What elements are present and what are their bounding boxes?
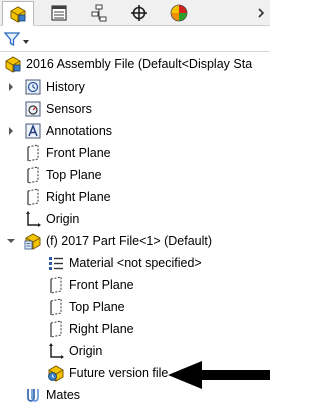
tree-item-origin[interactable]: Origin	[24, 209, 79, 229]
funnel-filter-icon	[4, 32, 20, 47]
tree-item-history[interactable]: History	[24, 77, 85, 97]
plane-icon	[50, 320, 62, 338]
history-label: History	[46, 80, 85, 94]
tree-item-mates[interactable]: Mates	[24, 385, 80, 405]
root-assembly-label: 2016 Assembly File (Default<Display Sta	[26, 57, 253, 71]
chevron-right-icon	[9, 127, 13, 135]
chevron-down-icon	[23, 40, 29, 44]
right-plane-label: Right Plane	[46, 190, 111, 204]
annotations-expander[interactable]	[6, 121, 16, 141]
part-icon	[24, 233, 41, 250]
tree-item-material[interactable]: Material <not specified>	[47, 253, 202, 273]
plane-icon	[50, 276, 62, 294]
tree-item-part-right-plane[interactable]: Right Plane	[47, 319, 134, 339]
dimxpert-tab[interactable]	[123, 2, 155, 24]
tree-item-part-file[interactable]: (f) 2017 Part File<1> (Default)	[24, 231, 212, 251]
origin-label: Origin	[46, 212, 80, 226]
more-tabs-button[interactable]	[252, 0, 270, 25]
part-front-plane-label: Front Plane	[69, 278, 134, 292]
future-version-file-label: Future version file	[69, 366, 169, 380]
future-version-feature-icon	[48, 365, 64, 382]
material-label: Material <not specified>	[69, 256, 202, 270]
assembly-tree-icon	[10, 5, 26, 23]
tree-item-future-version-file[interactable]: Future version file	[47, 363, 168, 383]
tree-item-top-plane[interactable]: Top Plane	[24, 165, 102, 185]
filter-button[interactable]	[4, 30, 32, 48]
tree-item-root-assembly[interactable]: 2016 Assembly File (Default<Display Sta	[4, 54, 252, 74]
featuremanager-tab[interactable]	[2, 1, 34, 26]
sensor-icon	[25, 101, 41, 117]
part-file-label: (f) 2017 Part File<1> (Default)	[46, 234, 213, 248]
part-expander[interactable]	[6, 231, 16, 251]
manager-tab-bar	[0, 0, 270, 26]
tree-item-part-top-plane[interactable]: Top Plane	[47, 297, 125, 317]
tree-item-part-origin[interactable]: Origin	[47, 341, 102, 361]
chevron-right-icon	[258, 7, 265, 18]
chevron-right-icon	[9, 83, 13, 91]
part-origin-label: Origin	[69, 344, 103, 358]
tree-item-part-front-plane[interactable]: Front Plane	[47, 275, 134, 295]
origin-icon	[49, 343, 64, 359]
property-list-icon	[51, 5, 67, 21]
propertymanager-tab[interactable]	[43, 2, 75, 24]
part-top-plane-label: Top Plane	[69, 300, 125, 314]
configurationmanager-tab[interactable]	[83, 2, 115, 24]
configuration-icon	[91, 4, 107, 22]
chevron-down-icon	[7, 239, 15, 243]
color-sphere-icon	[170, 4, 188, 22]
plane-icon	[27, 166, 39, 184]
tree-item-right-plane[interactable]: Right Plane	[24, 187, 111, 207]
top-plane-label: Top Plane	[46, 168, 102, 182]
tree-item-front-plane[interactable]: Front Plane	[24, 143, 111, 163]
crosshair-target-icon	[131, 5, 147, 21]
front-plane-label: Front Plane	[46, 146, 111, 160]
plane-icon	[27, 188, 39, 206]
part-right-plane-label: Right Plane	[69, 322, 134, 336]
history-expander[interactable]	[6, 77, 16, 97]
annotation-icon	[25, 123, 41, 139]
plane-icon	[50, 298, 62, 316]
callout-arrow	[168, 361, 270, 389]
tree-item-sensors[interactable]: Sensors	[24, 99, 92, 119]
annotations-label: Annotations	[46, 124, 113, 138]
mates-icon	[27, 389, 39, 402]
plane-icon	[27, 144, 39, 162]
tree-item-annotations[interactable]: Annotations	[24, 121, 112, 141]
feature-tree: 2016 Assembly File (Default<Display Sta …	[0, 52, 270, 409]
filter-bar	[0, 26, 270, 52]
sensors-label: Sensors	[46, 102, 92, 116]
mates-label: Mates	[46, 388, 81, 402]
material-icon	[49, 257, 63, 270]
origin-icon	[26, 211, 41, 227]
displaymanager-tab[interactable]	[163, 2, 195, 24]
assembly-icon	[5, 56, 21, 73]
history-icon	[25, 79, 41, 95]
